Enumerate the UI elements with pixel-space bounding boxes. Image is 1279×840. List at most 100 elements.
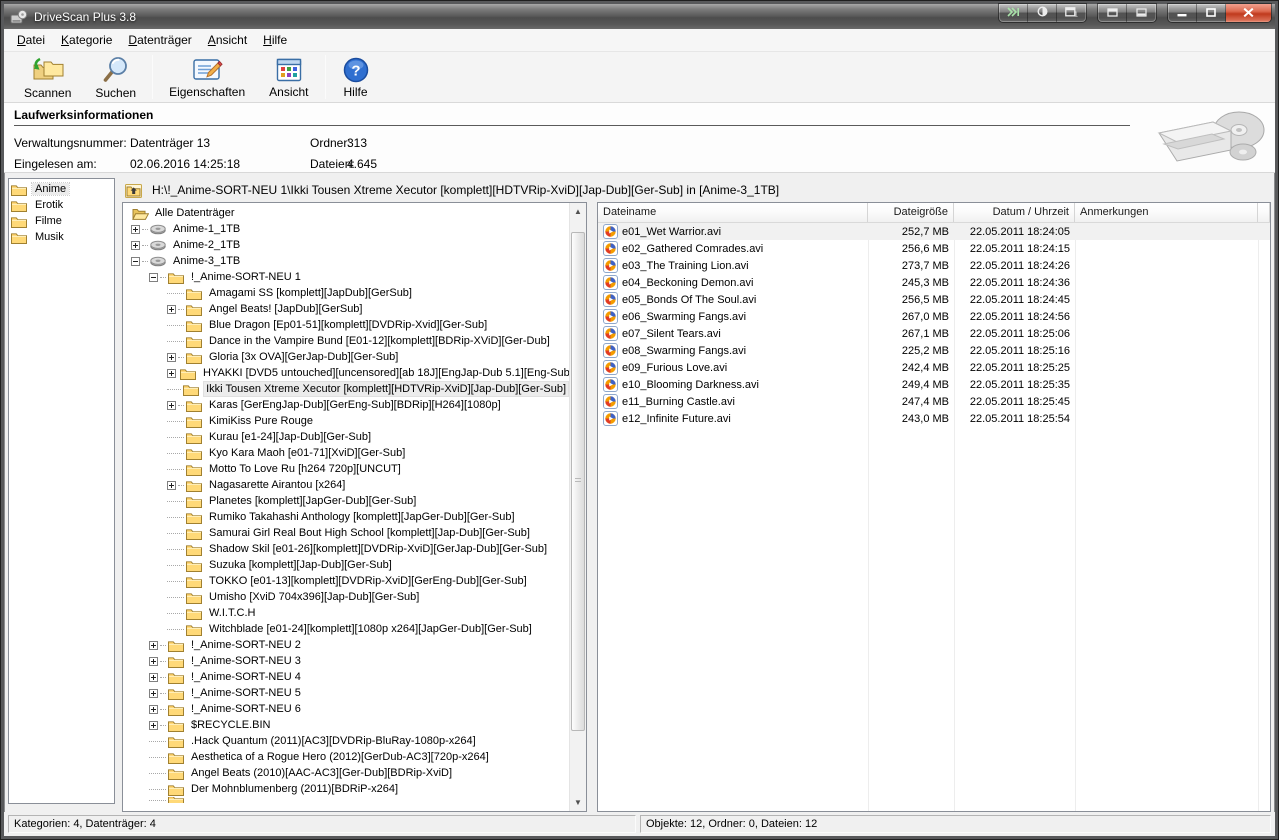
menu-kategorie[interactable]: Kategorie: [53, 30, 120, 51]
scroll-down-button[interactable]: ▼: [570, 794, 586, 811]
minimize-button[interactable]: [1168, 4, 1197, 22]
tree-item[interactable]: !_Anime-SORT-NEU 1: [123, 269, 568, 285]
menu-ansicht[interactable]: Ansicht: [200, 30, 255, 51]
tree-item[interactable]: W.I.T.C.H: [123, 605, 568, 621]
file-row[interactable]: e03_The Training Lion.avi 273,7 MB 22.05…: [598, 257, 1270, 274]
expand-minus-icon[interactable]: [131, 257, 140, 266]
tree-item[interactable]: Kyo Kara Maoh [e01-71][XviD][Ger-Sub]: [123, 445, 568, 461]
tree-item[interactable]: Shadow Skil [e01-26][komplett][DVDRip-Xv…: [123, 541, 568, 557]
tree-item[interactable]: Karas [GerEngJap-Dub][GerEng-Sub][BDRip]…: [123, 397, 568, 413]
scrollbar-thumb[interactable]: [571, 232, 585, 731]
tree-scrollbar[interactable]: ▲ ▼: [569, 203, 586, 811]
file-list[interactable]: Dateiname Dateigröße Datum / Uhrzeit Anm…: [597, 202, 1271, 812]
rollup-button[interactable]: [1098, 4, 1127, 22]
tree-item[interactable]: Der Mohnblumenberg (2011)[BDRiP-x264]: [123, 781, 568, 797]
tree-item[interactable]: Alle Datenträger: [123, 205, 568, 221]
category-item-musik[interactable]: Musik: [9, 229, 114, 245]
folder-tree[interactable]: Alle Datenträger Anime-1_1TB Anime-2_1TB…: [122, 202, 587, 812]
tree-item[interactable]: !_Anime-SORT-NEU 5: [123, 685, 568, 701]
toolbar-suchen-button[interactable]: Suchen: [83, 53, 148, 101]
tree-item[interactable]: Planetes [komplett][JapGer-Dub][Ger-Sub]: [123, 493, 568, 509]
tree-item[interactable]: Kurau [e1-24][Jap-Dub][Ger-Sub]: [123, 429, 568, 445]
category-item-filme[interactable]: Filme: [9, 213, 114, 229]
file-row[interactable]: e09_Furious Love.avi 242,4 MB 22.05.2011…: [598, 359, 1270, 376]
tree-item[interactable]: Samurai Girl Real Bout High School [komp…: [123, 525, 568, 541]
tree-item[interactable]: Motto To Love Ru [h264 720p][UNCUT]: [123, 461, 568, 477]
tree-item[interactable]: HYAKKI [DVD5 untouched][uncensored][ab 1…: [123, 365, 568, 381]
category-item-anime[interactable]: Anime: [9, 181, 114, 197]
menu-datenträger[interactable]: Datenträger: [120, 30, 199, 51]
column-header-dateiname[interactable]: Dateiname: [598, 203, 868, 222]
column-header-datum[interactable]: Datum / Uhrzeit: [954, 203, 1075, 222]
file-row[interactable]: e11_Burning Castle.avi 247,4 MB 22.05.20…: [598, 393, 1270, 410]
tree-item[interactable]: Angel Beats (2010)[AAC-AC3][Ger-Dub][BDR…: [123, 765, 568, 781]
expand-minus-icon[interactable]: [149, 273, 158, 282]
file-row[interactable]: e08_Swarming Fangs.avi 225,2 MB 22.05.20…: [598, 342, 1270, 359]
tree-item[interactable]: !_Anime-SORT-NEU 6: [123, 701, 568, 717]
toolbar-scannen-button[interactable]: Scannen: [12, 53, 83, 101]
dock-bottom-button[interactable]: [1127, 4, 1156, 22]
category-item-erotik[interactable]: Erotik: [9, 197, 114, 213]
tree-item[interactable]: KimiKiss Pure Rouge: [123, 413, 568, 429]
tree-item[interactable]: [123, 797, 568, 803]
expand-plus-icon[interactable]: [149, 689, 158, 698]
expand-plus-icon[interactable]: [131, 241, 140, 250]
expand-plus-icon[interactable]: [167, 401, 176, 410]
file-row[interactable]: e01_Wet Warrior.avi 252,7 MB 22.05.2011 …: [598, 223, 1270, 240]
toolbar-eigenschaften-button[interactable]: Eigenschaften: [157, 53, 257, 101]
tree-item[interactable]: Gloria [3x OVA][GerJap-Dub][Ger-Sub]: [123, 349, 568, 365]
transparency-button[interactable]: [1028, 4, 1057, 22]
tree-item[interactable]: Ikki Tousen Xtreme Xecutor [komplett][HD…: [123, 381, 568, 397]
tree-item[interactable]: TOKKO [e01-13][komplett][DVDRip-XviD][Ge…: [123, 573, 568, 589]
expand-plus-icon[interactable]: [149, 721, 158, 730]
close-button[interactable]: [1226, 4, 1271, 22]
maximize-button[interactable]: [1197, 4, 1226, 22]
file-row[interactable]: e06_Swarming Fangs.avi 267,0 MB 22.05.20…: [598, 308, 1270, 325]
menu-hilfe[interactable]: Hilfe: [255, 30, 295, 51]
window-priority-button[interactable]: 1: [1057, 4, 1086, 22]
tree-item[interactable]: Dance in the Vampire Bund [E01-12][kompl…: [123, 333, 568, 349]
expand-plus-icon[interactable]: [149, 641, 158, 650]
tree-item[interactable]: !_Anime-SORT-NEU 3: [123, 653, 568, 669]
window-priority-icon: 1: [1065, 4, 1078, 22]
tree-item[interactable]: Umisho [XviD 704x396][Jap-Dub][Ger-Sub]: [123, 589, 568, 605]
tree-item[interactable]: Aesthetica of a Rogue Hero (2012)[GerDub…: [123, 749, 568, 765]
tree-item[interactable]: Angel Beats! [JapDub][GerSub]: [123, 301, 568, 317]
tree-item[interactable]: Anime-3_1TB: [123, 253, 568, 269]
file-row[interactable]: e04_Beckoning Demon.avi 245,3 MB 22.05.2…: [598, 274, 1270, 291]
tree-item[interactable]: Rumiko Takahashi Anthology [komplett][Ja…: [123, 509, 568, 525]
menu-datei[interactable]: Datei: [9, 30, 53, 51]
column-header-anmerkungen[interactable]: Anmerkungen: [1075, 203, 1258, 222]
expand-plus-icon[interactable]: [167, 353, 176, 362]
tree-item[interactable]: .Hack Quantum (2011)[AC3][DVDRip-BluRay-…: [123, 733, 568, 749]
tree-item[interactable]: $RECYCLE.BIN: [123, 717, 568, 733]
tree-item[interactable]: !_Anime-SORT-NEU 4: [123, 669, 568, 685]
tree-item[interactable]: Anime-1_1TB: [123, 221, 568, 237]
category-list[interactable]: Anime Erotik Filme Musik: [8, 178, 115, 804]
tree-item[interactable]: Witchblade [e01-24][komplett][1080p x264…: [123, 621, 568, 637]
toolbar-ansicht-button[interactable]: Ansicht: [257, 53, 320, 101]
expand-plus-icon[interactable]: [131, 225, 140, 234]
tree-item[interactable]: Nagasarette Airantou [x264]: [123, 477, 568, 493]
expand-plus-icon[interactable]: [167, 369, 176, 378]
expand-plus-icon[interactable]: [149, 657, 158, 666]
tree-item[interactable]: Anime-2_1TB: [123, 237, 568, 253]
file-row[interactable]: e05_Bonds Of The Soul.avi 256,5 MB 22.05…: [598, 291, 1270, 308]
file-row[interactable]: e07_Silent Tears.avi 267,1 MB 22.05.2011…: [598, 325, 1270, 342]
expand-plus-icon[interactable]: [149, 705, 158, 714]
send-to-tray-button[interactable]: [999, 4, 1028, 22]
tree-item[interactable]: !_Anime-SORT-NEU 2: [123, 637, 568, 653]
file-row[interactable]: e12_Infinite Future.avi 243,0 MB 22.05.2…: [598, 410, 1270, 427]
tree-item[interactable]: Amagami SS [komplett][JapDub][GerSub]: [123, 285, 568, 301]
file-row[interactable]: e02_Gathered Comrades.avi 256,6 MB 22.05…: [598, 240, 1270, 257]
tree-item[interactable]: Suzuka [komplett][Jap-Dub][Ger-Sub]: [123, 557, 568, 573]
column-header-dateigroesse[interactable]: Dateigröße: [868, 203, 954, 222]
expand-plus-icon[interactable]: [167, 305, 176, 314]
folder-up-icon[interactable]: [122, 181, 144, 199]
scroll-up-button[interactable]: ▲: [570, 203, 586, 220]
expand-plus-icon[interactable]: [149, 673, 158, 682]
tree-item[interactable]: Blue Dragon [Ep01-51][komplett][DVDRip-X…: [123, 317, 568, 333]
expand-plus-icon[interactable]: [167, 481, 176, 490]
file-row[interactable]: e10_Blooming Darkness.avi 249,4 MB 22.05…: [598, 376, 1270, 393]
toolbar-hilfe-button[interactable]: ? Hilfe: [330, 53, 382, 101]
